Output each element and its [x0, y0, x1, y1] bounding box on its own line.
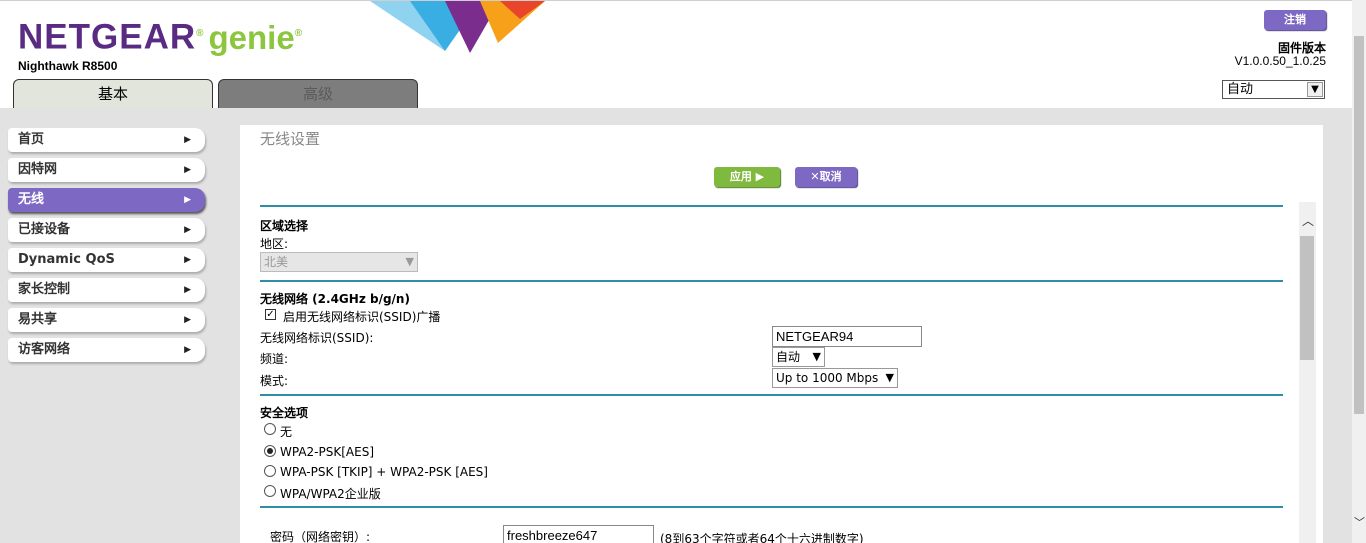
arrow-right-icon: ▶ [184, 255, 191, 265]
scrollbar-thumb[interactable] [1354, 36, 1364, 414]
arrow-right-icon: ▶ [184, 315, 191, 325]
sidebar-item-label: 首页 [18, 132, 45, 147]
page-scrollbar[interactable]: ﹀ [1352, 0, 1366, 543]
mode-label: 模式: [260, 374, 289, 388]
chevron-up-icon[interactable]: ︿ [1302, 212, 1314, 229]
security-option-enterprise-radio[interactable] [264, 485, 276, 497]
password-label: 密码（网络密钥）: [270, 530, 371, 543]
arrow-right-icon: ▶ [184, 225, 191, 235]
divider [260, 506, 1283, 508]
page-header: NETGEAR® genie® Nighthawk R8500 基本 高级 注销 … [0, 0, 1366, 109]
arrow-right-icon: ▶ [184, 345, 191, 355]
ssid-label: 无线网络标识(SSID): [260, 331, 374, 345]
sidebar-item-label: 家长控制 [18, 282, 71, 297]
security-option-wpa-mixed-radio[interactable] [264, 465, 276, 477]
scrollbar-thumb[interactable] [1300, 236, 1314, 360]
sidebar-item-label: 易共享 [18, 312, 58, 327]
divider [260, 205, 1283, 207]
logout-button[interactable]: 注销 [1264, 10, 1326, 30]
decorative-triangles-icon [370, 1, 545, 53]
security-option-none-radio[interactable] [264, 423, 276, 435]
security-option-label: 无 [280, 425, 293, 439]
channel-select[interactable]: 自动 ▼ [772, 347, 825, 367]
content-panel: 无线设置 应用 ▶ ✕取消 区域选择 地区: 北美 ▼ 无线网络 (2.4GHz… [240, 125, 1323, 543]
arrow-right-icon: ▶ [184, 135, 191, 145]
tab-basic[interactable]: 基本 [13, 79, 213, 109]
channel-value: 自动 [776, 350, 801, 364]
sidebar-item-dynamic-qos[interactable]: Dynamic QoS ▶ [8, 248, 205, 272]
brand-suffix: genie [208, 18, 295, 56]
sidebar-item-guest-network[interactable]: 访客网络 ▶ [8, 338, 205, 362]
netgear-logo: NETGEAR® genie® [18, 17, 304, 57]
wireless-heading: 无线网络 (2.4GHz b/g/n) [260, 292, 410, 306]
cancel-button[interactable]: ✕取消 [795, 167, 857, 187]
mode-value: Up to 1000 Mbps [776, 371, 879, 385]
security-option-label: WPA-PSK [TKIP] + WPA2-PSK [AES] [280, 465, 488, 479]
arrow-right-icon: ▶ [184, 195, 191, 205]
region-select[interactable]: 北美 ▼ [260, 252, 418, 272]
page-title: 无线设置 [260, 130, 321, 148]
region-value: 北美 [264, 255, 289, 269]
arrow-right-icon: ▶ [184, 165, 191, 175]
mode-select[interactable]: Up to 1000 Mbps ▼ [772, 368, 898, 388]
tab-advanced[interactable]: 高级 [218, 79, 418, 109]
sidebar-item-readyshare[interactable]: 易共享 ▶ [8, 308, 205, 332]
sidebar-item-label: 访客网络 [18, 342, 71, 357]
sidebar-item-label: Dynamic QoS [18, 252, 115, 267]
security-option-wpa2-radio[interactable] [264, 445, 276, 457]
router-model: Nighthawk R8500 [18, 59, 118, 73]
region-heading: 区域选择 [260, 219, 309, 233]
divider [260, 280, 1283, 282]
chevron-down-icon: ▼ [405, 255, 414, 268]
chevron-down-icon: ▼ [885, 371, 894, 384]
divider [260, 394, 1283, 396]
ssid-broadcast-label: 启用无线网络标识(SSID)广播 [283, 310, 441, 324]
chevron-down-icon[interactable]: ﹀ [1354, 514, 1365, 530]
password-hint: (8到63个字符或者64个十六进制数字) [660, 532, 864, 543]
ssid-broadcast-checkbox[interactable]: ✓ [265, 309, 276, 320]
firmware-version: V1.0.0.50_1.0.25 [1234, 54, 1326, 68]
sidebar-item-label: 因特网 [18, 162, 58, 177]
sidebar-item-wireless[interactable]: 无线 ▶ [8, 188, 205, 212]
region-label: 地区: [260, 237, 289, 251]
sidebar-item-internet[interactable]: 因特网 ▶ [8, 158, 205, 182]
sidebar-item-parental-controls[interactable]: 家长控制 ▶ [8, 278, 205, 302]
apply-button[interactable]: 应用 ▶ [714, 167, 780, 187]
chevron-down-icon: ▼ [812, 350, 821, 363]
language-select[interactable]: 自动 ▼ [1222, 80, 1325, 99]
security-option-label: WPA/WPA2企业版 [280, 487, 381, 501]
sidebar-item-home[interactable]: 首页 ▶ [8, 128, 205, 152]
channel-label: 频道: [260, 352, 289, 366]
chevron-down-icon: ▼ [1307, 82, 1323, 97]
security-heading: 安全选项 [260, 406, 309, 420]
language-value: 自动 [1227, 82, 1254, 97]
sidebar-item-attached-devices[interactable]: 已接设备 ▶ [8, 218, 205, 242]
password-input[interactable]: freshbreeze647 [503, 525, 654, 543]
security-option-label: WPA2-PSK[AES] [280, 445, 375, 459]
sidebar-item-label: 无线 [18, 192, 45, 207]
arrow-right-icon: ▶ [184, 285, 191, 295]
brand-name: NETGEAR [18, 17, 197, 57]
content-scrollbar[interactable]: ︿ [1299, 202, 1316, 543]
sidebar-item-label: 已接设备 [18, 222, 71, 237]
sidebar: 首页 ▶ 因特网 ▶ 无线 ▶ 已接设备 ▶ Dynamic QoS ▶ 家长控制 ▶ 易共… [8, 128, 208, 368]
settings-form: 区域选择 地区: 北美 ▼ 无线网络 (2.4GHz b/g/n) ✓ 启用无线… [260, 205, 1283, 543]
ssid-input[interactable]: NETGEAR94 [772, 326, 922, 347]
